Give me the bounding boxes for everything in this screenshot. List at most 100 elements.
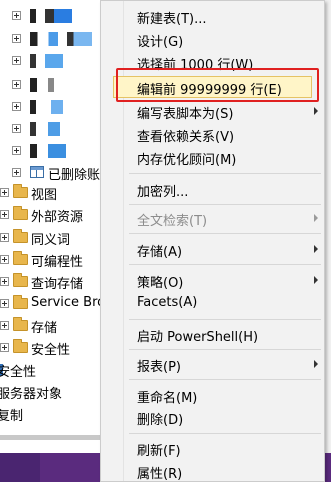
tree-folder-security[interactable]: 安全性	[0, 338, 100, 358]
expand-icon[interactable]	[12, 11, 21, 20]
menu-item-full-text-index: 全文检索(T)	[101, 207, 324, 229]
menu-item-label: 报表(P)	[137, 360, 181, 375]
menu-item-label: 查看依赖关系(V)	[137, 130, 235, 145]
menu-item-refresh[interactable]: 刷新(F)	[101, 437, 324, 459]
menu-item-rename[interactable]: 重命名(M)	[101, 384, 324, 406]
tree-row-table[interactable]	[0, 29, 100, 49]
menu-item-encrypt-columns[interactable]: 加密列...	[101, 178, 324, 200]
horizontal-scrollbar[interactable]	[0, 435, 100, 440]
expand-icon[interactable]	[0, 188, 9, 197]
tree-node-security[interactable]: 安全性	[0, 360, 100, 380]
menu-separator	[129, 173, 321, 174]
menu-item-label: 加密列...	[137, 185, 189, 200]
expand-icon[interactable]	[0, 299, 9, 308]
folder-icon	[13, 206, 28, 220]
tree-row-table[interactable]	[0, 119, 100, 139]
menu-item-label: 设计(G)	[137, 35, 184, 50]
menu-item-label: 重命名(M)	[137, 391, 198, 406]
tree-row-deleted-account[interactable]: 已删除账	[0, 163, 100, 183]
menu-item-start-powershell[interactable]: 启动 PowerShell(H)	[101, 323, 324, 345]
expand-icon[interactable]	[12, 168, 21, 177]
menu-item-memory-optimization-advisor[interactable]: 内存优化顾问(M)	[101, 146, 324, 168]
menu-item-storage[interactable]: 存储(A)	[101, 238, 324, 260]
object-explorer-tree: 已删除账 视图 外部资源 同义词 可编程性 查询存储 Service Bro 存…	[0, 0, 100, 482]
tree-row-table[interactable]	[0, 141, 100, 161]
tree-label: 视图	[31, 188, 58, 203]
expand-icon[interactable]	[0, 343, 9, 352]
tree-node-server-objects[interactable]: 服务器对象	[0, 382, 100, 402]
menu-item-label: 刷新(F)	[137, 444, 181, 459]
menu-item-label: 新建表(T)...	[137, 12, 207, 27]
redacted-name	[30, 32, 92, 46]
tree-folder-synonyms[interactable]: 同义词	[0, 228, 100, 248]
menu-item-facets[interactable]: Facets(A)	[101, 292, 324, 314]
expand-icon[interactable]	[0, 233, 9, 242]
expand-icon[interactable]	[12, 146, 21, 155]
redacted-name	[30, 122, 90, 136]
expand-icon[interactable]	[12, 56, 21, 65]
redacted-name	[30, 54, 90, 68]
menu-separator	[129, 319, 321, 320]
menu-item-properties[interactable]: 属性(R)	[101, 460, 324, 482]
menu-item-script-table-as[interactable]: 编写表脚本为(S)	[101, 100, 324, 122]
tree-folder-query-store[interactable]: 查询存储	[0, 272, 100, 292]
tree-label: 安全性	[0, 365, 37, 380]
menu-item-delete[interactable]: 删除(D)	[101, 406, 324, 428]
menu-item-label: 启动 PowerShell(H)	[137, 330, 259, 345]
submenu-arrow-icon	[314, 360, 318, 368]
menu-separator	[129, 379, 321, 380]
redacted-name	[30, 144, 90, 158]
tree-label: 服务器对象	[0, 387, 63, 402]
tree-folder-programmability[interactable]: 可编程性	[0, 250, 100, 270]
menu-item-design[interactable]: 设计(G)	[101, 28, 324, 50]
expand-icon[interactable]	[0, 321, 9, 330]
expand-icon[interactable]	[12, 34, 21, 43]
taskbar-left	[0, 453, 40, 482]
expand-icon[interactable]	[0, 255, 9, 264]
tree-folder-service-broker[interactable]: Service Bro	[0, 294, 100, 314]
menu-item-view-dependencies[interactable]: 查看依赖关系(V)	[101, 123, 324, 145]
menu-item-label: 属性(R)	[137, 467, 183, 482]
tree-row-table[interactable]	[0, 51, 100, 71]
expand-icon[interactable]	[12, 102, 21, 111]
tree-folder-views[interactable]: 视图	[0, 183, 100, 203]
background-strip	[325, 0, 331, 453]
folder-icon	[13, 317, 28, 331]
folder-icon	[13, 273, 28, 287]
menu-item-new-table[interactable]: 新建表(T)...	[101, 5, 324, 27]
folder-icon	[13, 184, 28, 198]
tree-row-table[interactable]	[0, 6, 100, 26]
tree-label: 同义词	[31, 233, 71, 248]
folder-icon	[13, 295, 28, 309]
tree-node-replication[interactable]: 复制	[0, 404, 100, 424]
table-icon	[30, 166, 44, 178]
tree-label: 可编程性	[31, 255, 84, 270]
menu-item-label: 内存优化顾问(M)	[137, 153, 237, 168]
menu-item-reports[interactable]: 报表(P)	[101, 353, 324, 375]
tree-row-table[interactable]	[0, 75, 100, 95]
menu-item-label: 全文检索(T)	[137, 214, 208, 229]
menu-separator	[129, 264, 321, 265]
menu-item-label: 存储(A)	[137, 245, 183, 260]
expand-icon[interactable]	[0, 277, 9, 286]
menu-separator	[129, 233, 321, 234]
folder-icon	[13, 251, 28, 265]
folder-icon	[13, 229, 28, 243]
expand-icon[interactable]	[0, 210, 9, 219]
submenu-arrow-icon	[314, 245, 318, 253]
tree-folder-external-resources[interactable]: 外部资源	[0, 205, 100, 225]
expand-icon[interactable]	[12, 124, 21, 133]
folder-icon	[13, 339, 28, 353]
menu-separator	[129, 204, 321, 205]
redacted-name	[30, 100, 90, 114]
tree-label: Service Bro	[31, 295, 100, 310]
menu-item-label: Facets(A)	[137, 295, 198, 310]
tree-row-table[interactable]	[0, 97, 100, 117]
submenu-arrow-icon	[314, 276, 318, 284]
expand-icon[interactable]	[12, 80, 21, 89]
annotation-highlight-box	[116, 68, 319, 102]
tree-folder-storage[interactable]: 存储	[0, 316, 100, 336]
tree-label: 复制	[0, 409, 24, 424]
menu-separator	[129, 349, 321, 350]
menu-item-policies[interactable]: 策略(O)	[101, 269, 324, 291]
